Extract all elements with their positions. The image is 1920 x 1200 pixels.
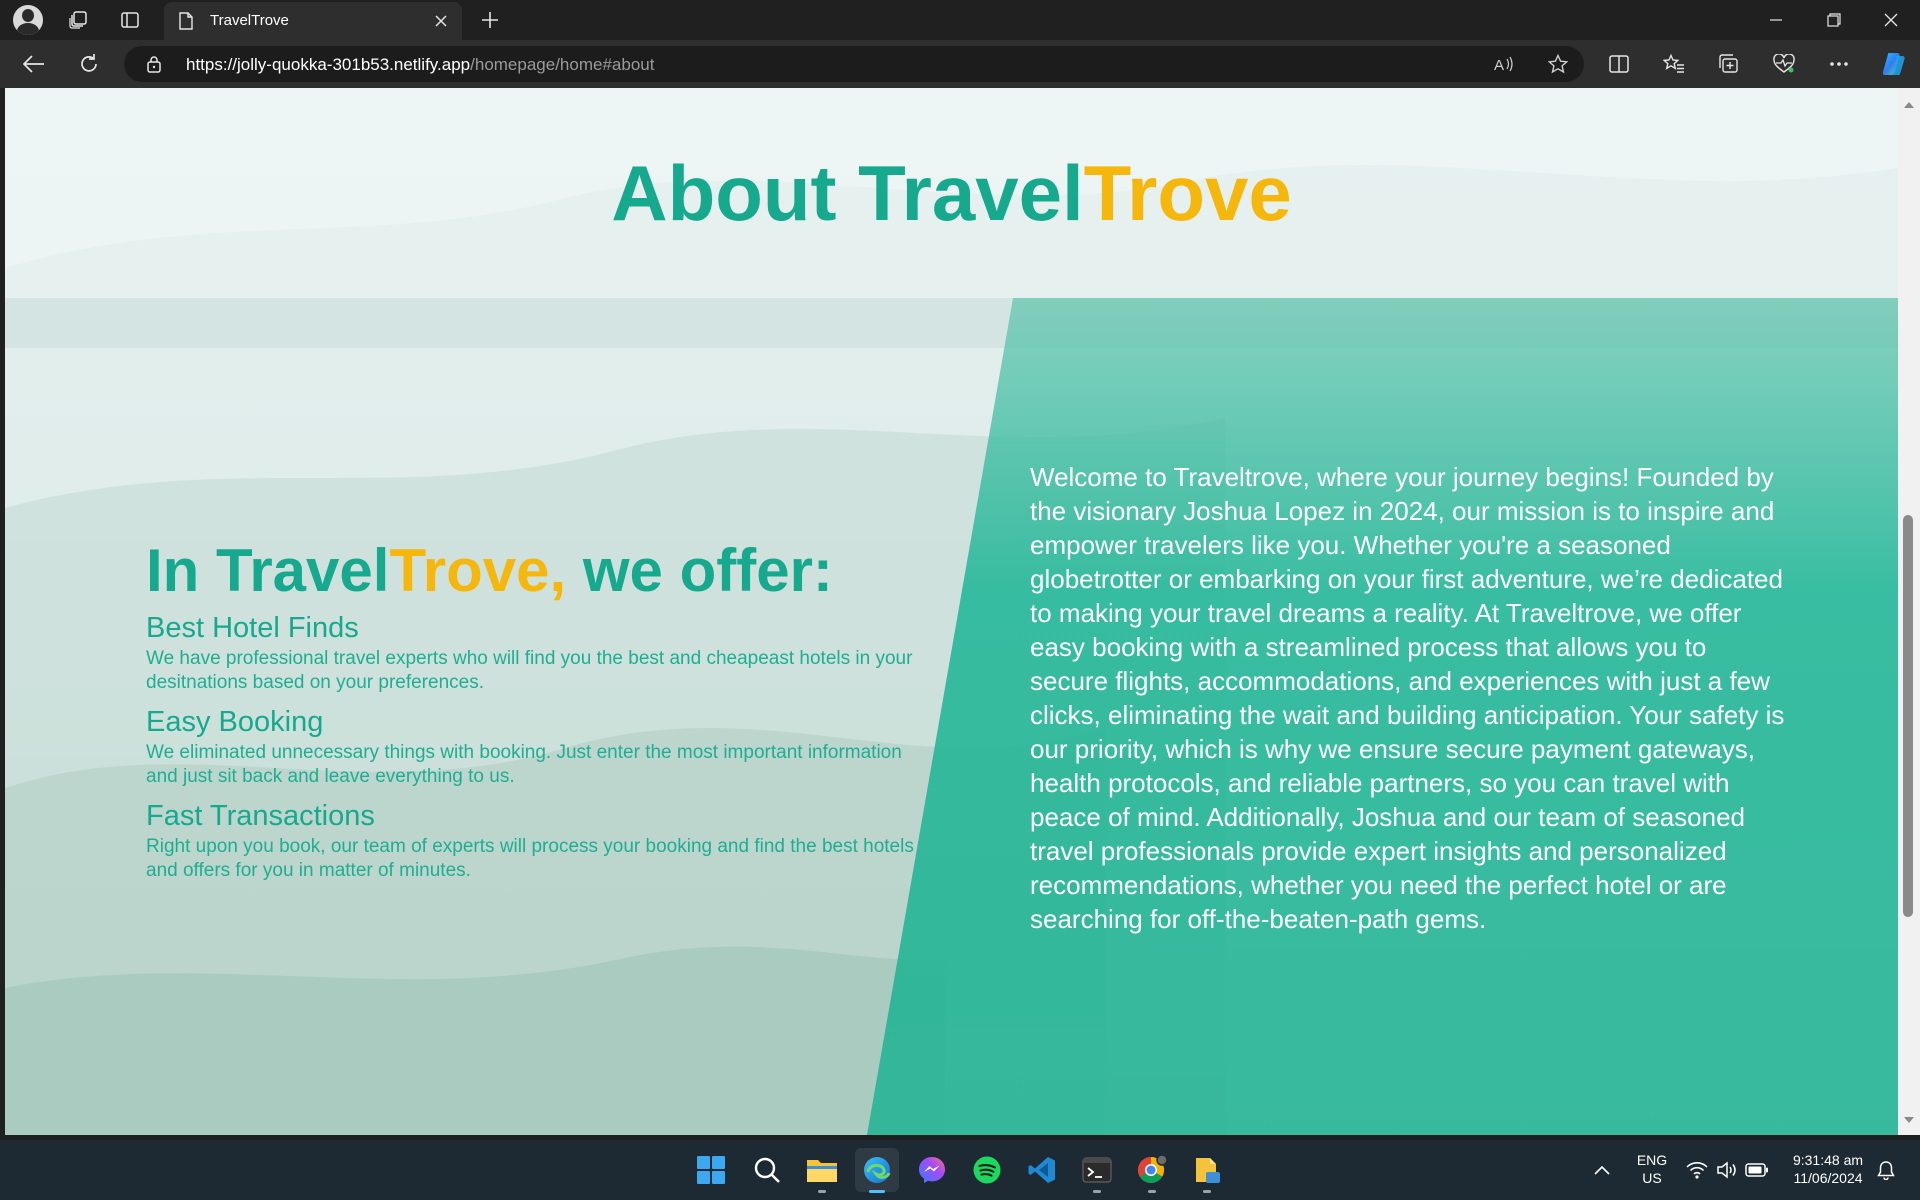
feature-title: Easy Booking xyxy=(146,705,324,738)
offer-heading-accent: Trove, xyxy=(389,537,567,604)
file-explorer-icon[interactable] xyxy=(800,1148,844,1193)
restore-icon[interactable] xyxy=(1805,0,1863,40)
active-tab[interactable]: TravelTrove xyxy=(164,2,462,40)
feature-description: We eliminated unnecessary things with bo… xyxy=(146,741,902,787)
language-indicator[interactable]: ENG US xyxy=(1628,1151,1676,1187)
edge-icon[interactable] xyxy=(855,1148,899,1193)
scrollbar-thumb[interactable] xyxy=(1903,515,1913,917)
new-tab-icon[interactable] xyxy=(472,2,508,38)
offer-block: In TravelTrove, we offer: Best Hotel Fin… xyxy=(146,536,926,895)
chrome-icon[interactable] xyxy=(1130,1148,1174,1193)
lock-icon[interactable] xyxy=(146,55,162,78)
svg-text:A: A xyxy=(1494,57,1504,73)
feature-easy-booking: Easy Booking We eliminated unnecessary t… xyxy=(146,705,926,789)
show-hidden-icons-chevron-icon[interactable] xyxy=(1580,1148,1624,1192)
feature-fast-transactions: Fast Transactions Right upon you book, o… xyxy=(146,799,926,883)
spotify-icon[interactable] xyxy=(965,1148,1009,1192)
tab-actions-icon[interactable] xyxy=(112,2,148,38)
url-host: https://jolly-quokka-301b53.netlify.app xyxy=(186,55,471,74)
notification-bell-icon[interactable] xyxy=(1866,1148,1906,1192)
address-bar[interactable]: https://jolly-quokka-301b53.netlify.app/… xyxy=(124,46,1584,82)
scroll-down-arrow-icon[interactable] xyxy=(1903,1111,1915,1129)
profile-avatar[interactable] xyxy=(13,5,43,35)
running-indicator xyxy=(1093,1190,1101,1193)
tab-title: TravelTrove xyxy=(210,12,289,29)
page-favicon-icon xyxy=(178,12,194,35)
feature-description: Right upon you book, our team of experts… xyxy=(146,835,914,881)
back-icon[interactable] xyxy=(16,46,52,82)
region-code: US xyxy=(1642,1170,1662,1186)
running-indicator xyxy=(1148,1190,1156,1193)
favorites-icon[interactable] xyxy=(1656,46,1692,82)
running-indicator xyxy=(1203,1190,1211,1193)
favorite-star-icon[interactable] xyxy=(1540,46,1576,82)
refresh-icon[interactable] xyxy=(71,46,107,82)
notes-icon[interactable] xyxy=(1185,1148,1229,1193)
battery-icon[interactable] xyxy=(1740,1148,1774,1192)
vscode-icon[interactable] xyxy=(1020,1148,1064,1192)
tab-strip: TravelTrove xyxy=(0,0,1920,40)
url-path: /homepage/home#about xyxy=(470,55,655,74)
close-window-icon[interactable] xyxy=(1862,0,1920,40)
search-icon[interactable] xyxy=(745,1148,789,1192)
start-icon[interactable] xyxy=(689,1148,733,1192)
offer-heading: In TravelTrove, we offer: xyxy=(146,536,926,605)
feature-description: We have professional travel experts who … xyxy=(146,647,913,693)
scroll-up-arrow-icon[interactable] xyxy=(1903,96,1915,114)
welcome-paragraph: Welcome to Traveltrove, where your journ… xyxy=(1030,462,1785,934)
running-indicator xyxy=(818,1190,826,1193)
terminal-icon[interactable] xyxy=(1075,1148,1119,1193)
browser-essentials-icon[interactable] xyxy=(1766,46,1802,82)
volume-icon[interactable] xyxy=(1710,1148,1744,1192)
feature-title: Best Hotel Finds xyxy=(146,612,359,644)
close-tab-icon[interactable] xyxy=(430,10,452,32)
clock-date: 11/06/2024 xyxy=(1793,1170,1863,1186)
page-scrollbar[interactable] xyxy=(1898,88,1920,1135)
read-aloud-icon[interactable]: A xyxy=(1486,46,1522,82)
collections-icon[interactable] xyxy=(1711,46,1747,82)
messenger-icon[interactable] xyxy=(910,1148,954,1192)
copilot-icon[interactable] xyxy=(1876,46,1912,82)
more-options-icon[interactable] xyxy=(1821,46,1857,82)
url-text[interactable]: https://jolly-quokka-301b53.netlify.app/… xyxy=(186,55,654,75)
workspaces-icon[interactable] xyxy=(60,2,96,38)
feature-best-hotel-finds: Best Hotel Finds We have professional tr… xyxy=(146,612,926,695)
about-section: About TravelTrove In TravelTrove, we off… xyxy=(5,88,1898,1135)
feature-title: Fast Transactions xyxy=(146,799,375,832)
offer-heading-prefix: In Travel xyxy=(146,537,390,604)
clock[interactable]: 9:31:48 am 11/06/2024 xyxy=(1780,1151,1876,1187)
running-indicator xyxy=(869,1190,885,1193)
language-code: ENG xyxy=(1636,1152,1668,1168)
offer-heading-suffix: we offer: xyxy=(566,537,833,604)
clock-time: 9:31:48 am xyxy=(1792,1152,1864,1168)
browser-toolbar: https://jolly-quokka-301b53.netlify.app/… xyxy=(0,40,1920,88)
minimize-icon[interactable] xyxy=(1747,0,1805,40)
wifi-icon[interactable] xyxy=(1680,1148,1714,1192)
split-screen-icon[interactable] xyxy=(1601,46,1637,82)
windows-taskbar: ENG US 9:31:48 am 11/06/2024 xyxy=(0,1140,1920,1200)
